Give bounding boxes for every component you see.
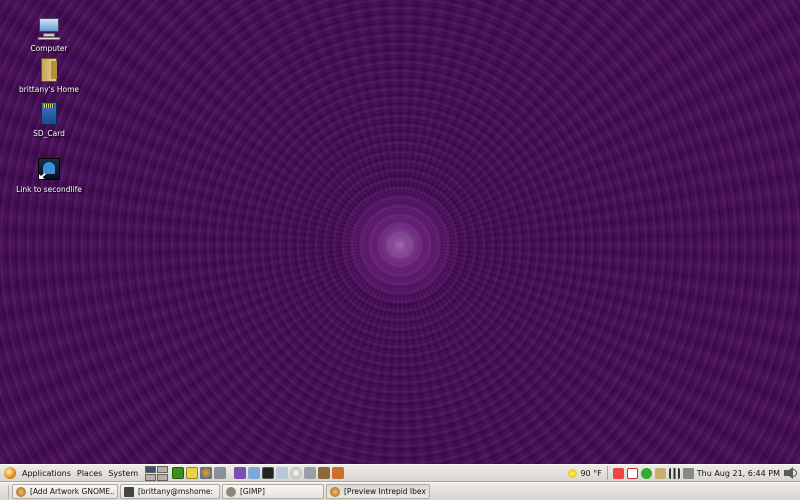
tray-separator [606, 466, 608, 480]
top-panel: Applications Places System 90 °F Thu Aug… [0, 464, 800, 482]
panel-hide-button[interactable] [3, 484, 9, 499]
task-label: [Add Artwork GNOME... [30, 487, 114, 496]
launcher-document-icon[interactable] [276, 467, 289, 479]
menu-applications[interactable]: Applications [19, 464, 74, 482]
secondlife-icon [37, 158, 61, 182]
gimp-icon [226, 486, 236, 497]
task-button[interactable]: [Add Artwork GNOME... [12, 484, 118, 499]
desktop-icon-computer[interactable]: Computer [9, 17, 89, 53]
launcher-purple-app-icon[interactable] [234, 467, 247, 479]
task-label: [brittany@mshome: ... [138, 487, 216, 496]
sd-card-icon [37, 102, 61, 126]
menu-places[interactable]: Places [74, 464, 105, 482]
launcher-group [172, 467, 345, 479]
volume-icon[interactable] [783, 466, 797, 480]
home-folder-icon [37, 58, 61, 82]
desktop-wallpaper: Computer brittany's Home SD_Card Link to… [0, 0, 800, 464]
desktop-icon-label: Link to secondlife [16, 185, 82, 194]
launcher-search-icon[interactable] [290, 467, 303, 479]
desktop-icon-label: brittany's Home [18, 85, 80, 94]
task-label: [Preview Intrepid Ibex... [344, 487, 426, 496]
terminal-icon [124, 486, 134, 497]
desktop-icon-sd-card[interactable]: SD_Card [9, 102, 89, 138]
weather-temperature[interactable]: 90 °F [580, 469, 601, 478]
workspace-1[interactable] [145, 465, 157, 473]
window-list-panel: [Add Artwork GNOME... [brittany@mshome: … [0, 482, 800, 500]
tray-lock-icon[interactable] [654, 467, 666, 479]
firefox-icon [16, 486, 26, 497]
firefox-icon [330, 486, 340, 497]
desktop-icon-label: SD_Card [33, 129, 65, 138]
gmail-icon[interactable] [626, 467, 638, 479]
computer-icon [37, 17, 61, 41]
tray-status-icon[interactable] [640, 467, 652, 479]
launcher-game-icon[interactable] [318, 467, 331, 479]
launcher-browser-icon[interactable] [200, 467, 213, 479]
wallpaper-swirl [0, 0, 800, 464]
gnome-foot-icon [4, 467, 16, 479]
desktop-icon-secondlife[interactable]: Link to secondlife [9, 158, 89, 194]
launcher-text-editor-icon[interactable] [186, 467, 199, 479]
workspace-switcher[interactable] [145, 465, 169, 481]
task-label: [GIMP] [240, 487, 265, 496]
clock[interactable]: Thu Aug 21, 6:44 PM [697, 469, 780, 478]
task-button[interactable]: [brittany@mshome: ... [120, 484, 220, 499]
system-tray: 90 °F Thu Aug 21, 6:44 PM [568, 466, 800, 480]
network-signal-icon[interactable] [668, 467, 680, 479]
battery-icon[interactable] [682, 467, 694, 479]
desktop-icon-home[interactable]: brittany's Home [9, 58, 89, 94]
launcher-terminal-icon[interactable] [262, 467, 275, 479]
workspace-4[interactable] [157, 473, 169, 481]
launcher-app-icon[interactable] [332, 467, 345, 479]
menu-system[interactable]: System [105, 464, 141, 482]
launcher-tools-icon[interactable] [214, 467, 227, 479]
task-button[interactable]: [GIMP] [222, 484, 324, 499]
task-button[interactable]: [Preview Intrepid Ibex... [326, 484, 430, 499]
weather-sun-icon[interactable] [568, 468, 578, 478]
launcher-green-app-icon[interactable] [172, 467, 185, 479]
desktop-icon-label: Computer [30, 44, 68, 53]
launcher-camera-icon[interactable] [304, 467, 317, 479]
workspace-2[interactable] [157, 465, 169, 473]
tray-app-icon[interactable] [612, 467, 624, 479]
workspace-3[interactable] [145, 473, 157, 481]
launcher-mail-icon[interactable] [248, 467, 261, 479]
